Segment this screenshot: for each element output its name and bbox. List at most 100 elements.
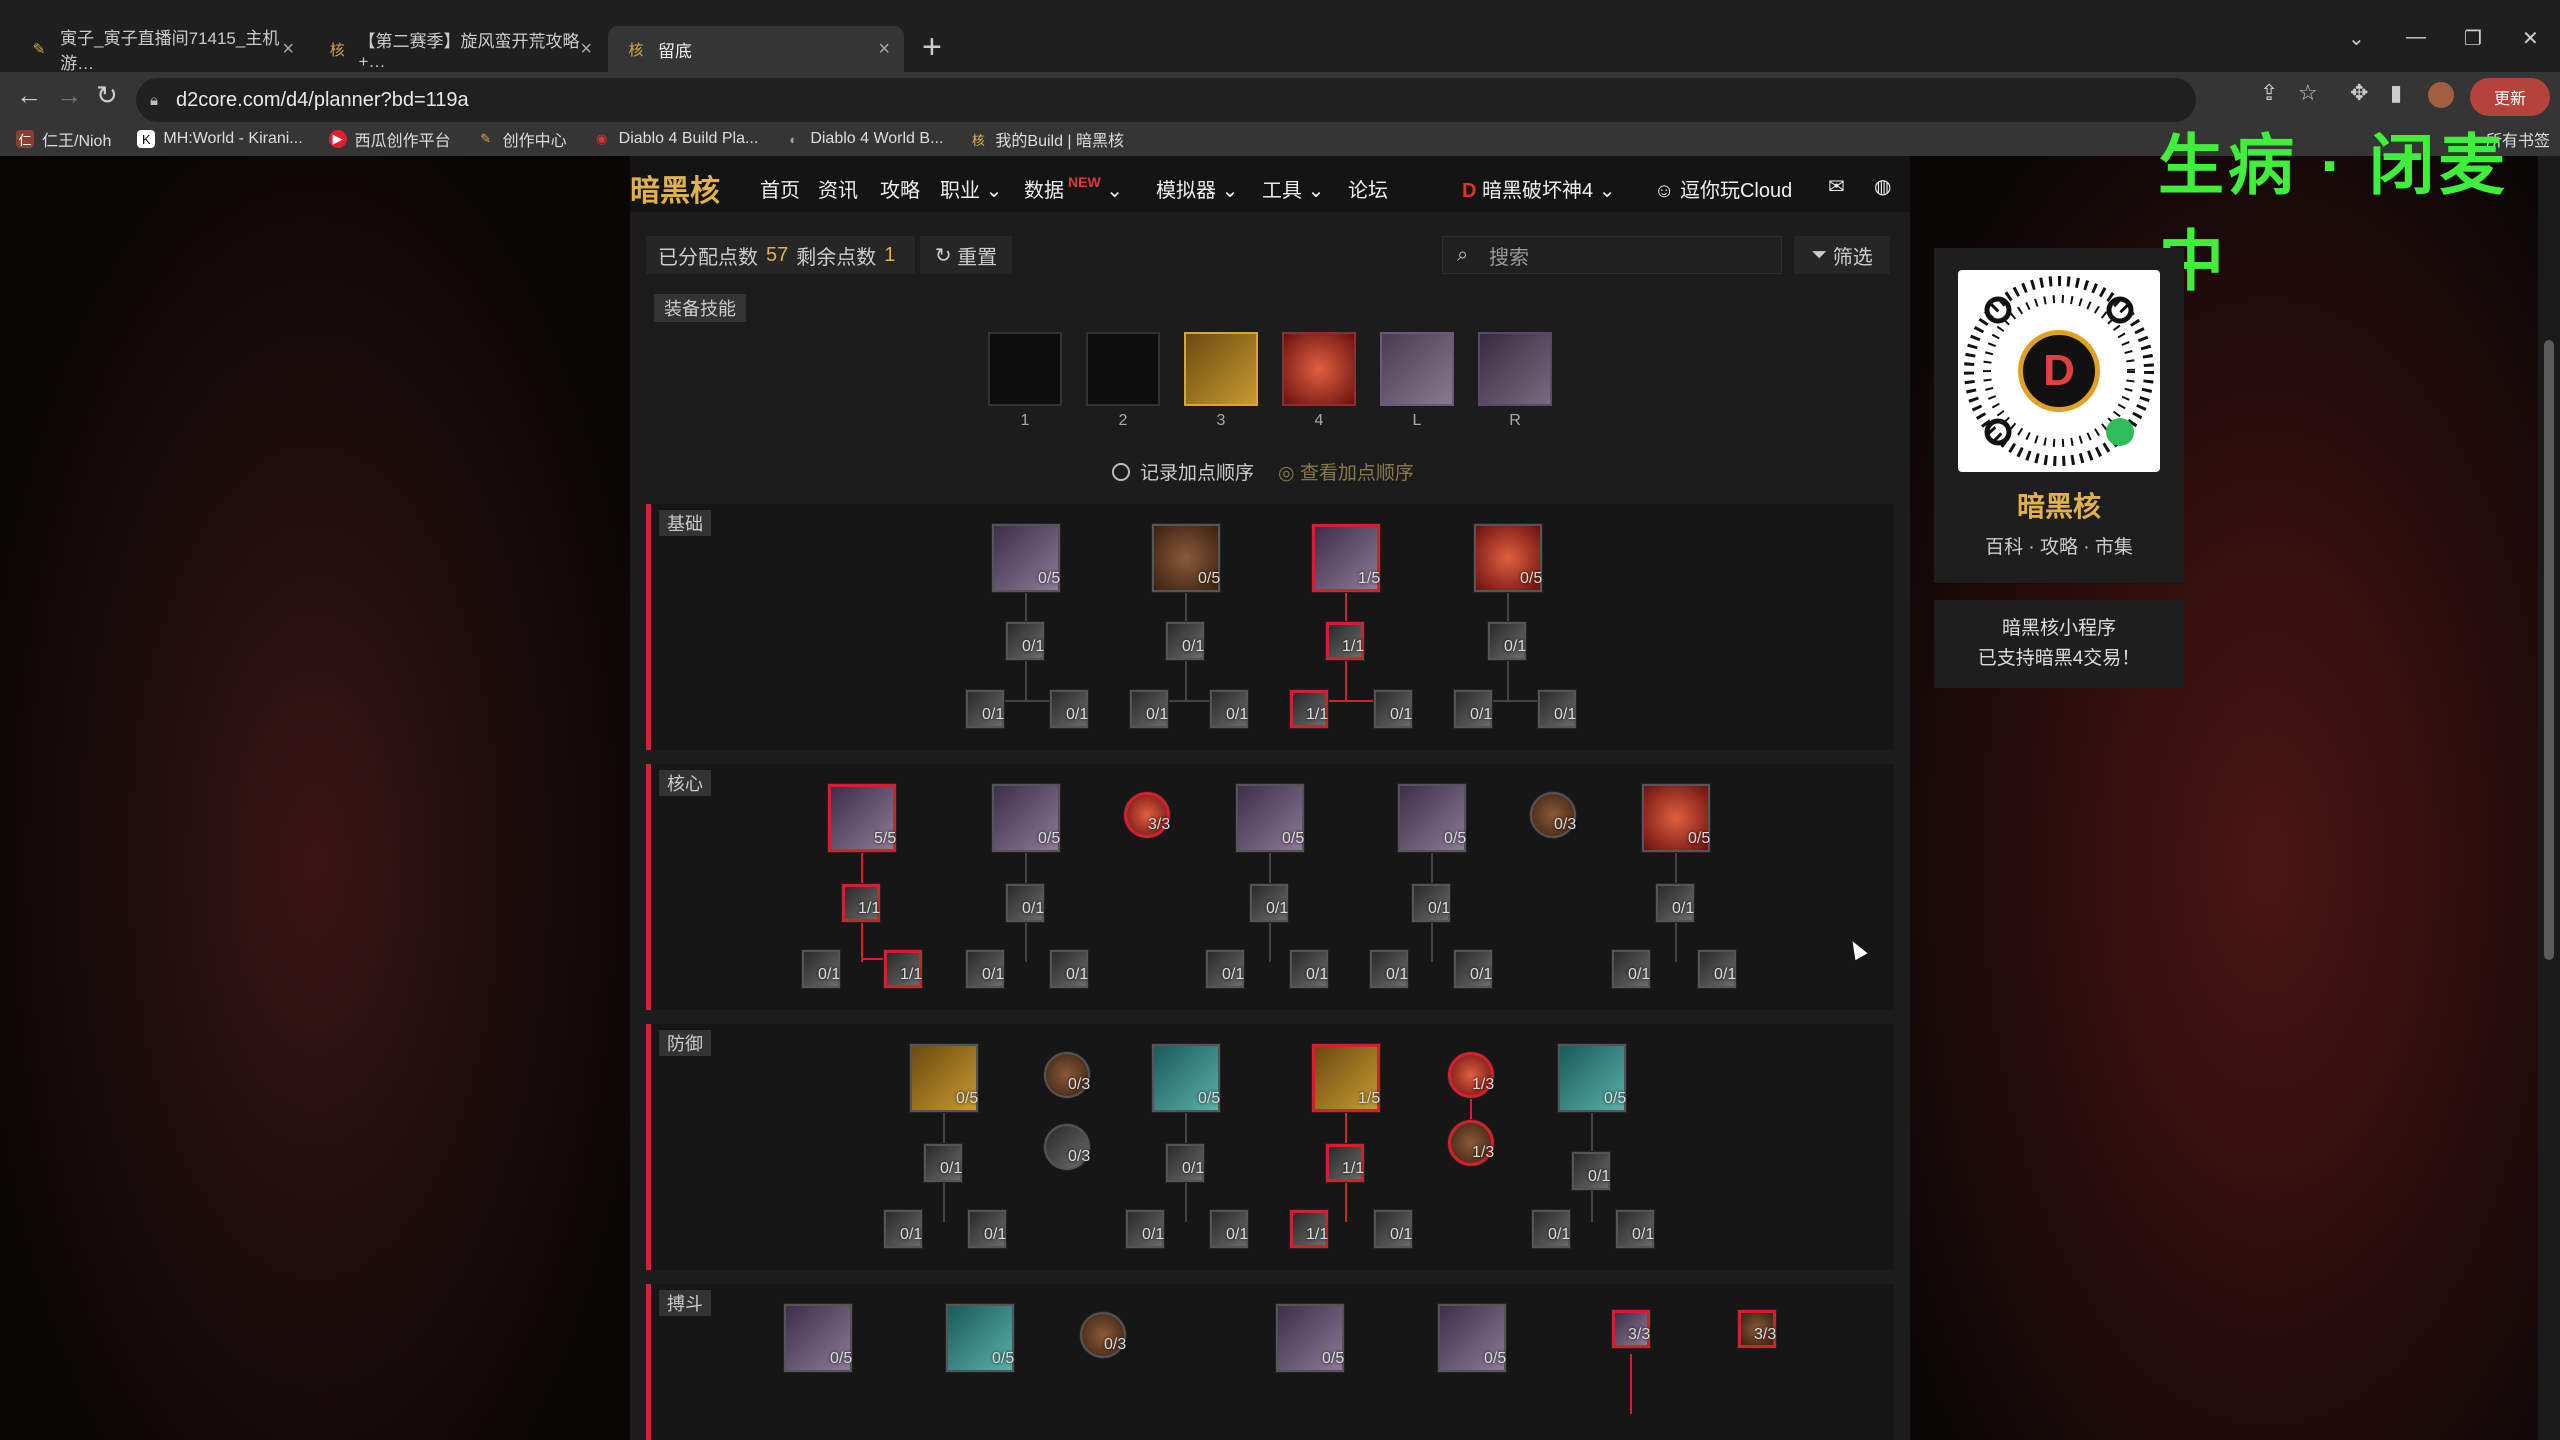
skill-rank: 0/1 bbox=[1022, 638, 1045, 655]
skill-rank: 0/1 bbox=[1554, 706, 1577, 723]
bookmark[interactable]: ▶ 西瓜创作平台 bbox=[328, 127, 451, 151]
view-order-link[interactable]: ◎ 查看加点顺序 bbox=[1278, 458, 1414, 485]
skill-rank: 0/1 bbox=[1714, 966, 1737, 983]
close-icon[interactable]: × bbox=[282, 38, 294, 61]
avatar[interactable] bbox=[2428, 82, 2454, 108]
skill-rank: 0/1 bbox=[1306, 966, 1329, 983]
skill-rank: 0/1 bbox=[818, 966, 841, 983]
browser-tab-active[interactable]: 核 留底 × bbox=[608, 26, 904, 72]
minimize-button[interactable]: — bbox=[2406, 26, 2426, 49]
bookmark-label: MH:World - Kirani... bbox=[163, 130, 303, 147]
sidepanel-icon[interactable]: ▮ bbox=[2390, 80, 2402, 106]
d2core-icon: 核 bbox=[329, 41, 345, 59]
nav-label: 模拟器 bbox=[1156, 180, 1216, 202]
skill-rank: 0/1 bbox=[900, 1226, 923, 1243]
mail-icon[interactable]: ✉ bbox=[1828, 174, 1845, 199]
bookmark[interactable]: 仁仁王/Nioh bbox=[16, 127, 111, 151]
skill-rank: 0/1 bbox=[1142, 1226, 1165, 1243]
bookmark[interactable]: ✎ 创作中心 bbox=[477, 127, 567, 151]
user-menu[interactable]: ☺ 逗你玩Cloud bbox=[1654, 174, 1792, 203]
nav-data[interactable]: 数据 NEW ⌄ bbox=[1024, 174, 1123, 203]
restore-button[interactable]: ❐ bbox=[2464, 26, 2482, 51]
browser-tab[interactable]: 核 【第二赛季】旋风蛮开荒攻略+… × bbox=[310, 26, 606, 72]
nioh-icon: 仁 bbox=[16, 130, 34, 148]
close-window-button[interactable]: ✕ bbox=[2522, 26, 2539, 51]
skill-rank: 0/5 bbox=[992, 1350, 1015, 1367]
game-selector[interactable]: D 暗黑破坏神4 ⌄ bbox=[1462, 174, 1615, 203]
site-logo[interactable]: 暗黑核 bbox=[630, 166, 720, 210]
nav-classes[interactable]: 职业 ⌄ bbox=[940, 174, 1002, 203]
slot-label: R bbox=[1509, 412, 1521, 429]
browser-tab[interactable]: ✎ 寅子_寅子直播间71415_主机游… × bbox=[12, 26, 308, 73]
skill-slot-2[interactable] bbox=[1086, 332, 1160, 406]
tab-title: 寅子_寅子直播间71415_主机游… bbox=[60, 29, 280, 73]
share-icon[interactable]: ⇪ bbox=[2260, 80, 2278, 106]
update-button[interactable]: 更新 bbox=[2470, 78, 2550, 116]
sidebar-brand: 暗黑核 bbox=[2016, 491, 2101, 522]
nav-simulator[interactable]: 模拟器 ⌄ bbox=[1156, 174, 1238, 203]
skill-slot-4[interactable] bbox=[1282, 332, 1356, 406]
nav-home[interactable]: 首页 bbox=[760, 174, 800, 203]
bookmark-label: Diablo 4 Build Pla... bbox=[618, 130, 759, 147]
skill-rank: 0/1 bbox=[1428, 900, 1451, 917]
chevron-down-icon: ⌄ bbox=[1598, 180, 1616, 202]
search-input[interactable]: ⌕ 搜索 bbox=[1442, 236, 1782, 274]
skill-rank: 0/3 bbox=[1068, 1076, 1091, 1093]
bookmark[interactable]: ◉ Diablo 4 Build Pla... bbox=[593, 130, 759, 148]
skill-rank: 0/1 bbox=[1628, 966, 1651, 983]
nav-forum[interactable]: 论坛 bbox=[1348, 174, 1388, 203]
bookmark[interactable]: K MH:World - Kirani... bbox=[137, 130, 303, 148]
skill-rank: 0/1 bbox=[982, 966, 1005, 983]
new-tab-button[interactable]: + bbox=[922, 28, 942, 67]
globe-icon[interactable]: ◍ bbox=[1874, 174, 1891, 199]
section-label: 防御 bbox=[659, 1030, 711, 1056]
skill-rank: 0/1 bbox=[1226, 706, 1249, 723]
url-field[interactable]: 🔒︎ d2core.com/d4/planner?bd=119a bbox=[136, 78, 2196, 122]
game-label: 暗黑破坏神4 bbox=[1482, 180, 1594, 202]
skill-rank: 0/1 bbox=[1470, 706, 1493, 723]
skill-slot-1[interactable] bbox=[988, 332, 1062, 406]
skill-rank: 0/5 bbox=[1322, 1350, 1345, 1367]
filter-button[interactable]: ⏷ 筛选 bbox=[1794, 236, 1890, 274]
reset-button[interactable]: ↻ 重置 bbox=[920, 236, 1012, 274]
bookmark[interactable]: 核我的Build | 暗黑核 bbox=[969, 127, 1124, 151]
slot-label: 1 bbox=[1020, 412, 1030, 429]
skill-slot-r[interactable] bbox=[1478, 332, 1552, 406]
skill-rank: 0/5 bbox=[1444, 830, 1467, 847]
nav-tools[interactable]: 工具 ⌄ bbox=[1262, 174, 1324, 203]
star-icon[interactable]: ☆ bbox=[2298, 80, 2318, 106]
nav-guides[interactable]: 攻略 bbox=[880, 174, 920, 203]
reload-icon[interactable]: ↻ bbox=[96, 80, 118, 111]
skill-rank: 0/1 bbox=[1504, 638, 1527, 655]
remaining-value: 1 bbox=[884, 243, 896, 266]
bookmark-label: 创作中心 bbox=[502, 133, 567, 150]
back-icon[interactable]: ← bbox=[16, 80, 42, 111]
stream-overlay: 生病 · 闭麦中 bbox=[2158, 128, 2509, 298]
record-order-toggle[interactable]: 记录加点顺序 bbox=[1112, 458, 1254, 485]
forward-icon[interactable]: → bbox=[56, 80, 82, 111]
kiranico-icon: K bbox=[137, 130, 156, 148]
nav-news[interactable]: 资讯 bbox=[818, 174, 858, 203]
globe-icon: ◐ bbox=[789, 131, 798, 147]
skill-rank: 0/3 bbox=[1068, 1148, 1091, 1165]
diablo-icon: ◉ bbox=[596, 131, 608, 146]
slot-label: 2 bbox=[1118, 412, 1128, 429]
close-icon[interactable]: × bbox=[580, 38, 592, 61]
skill-rank: 0/5 bbox=[1038, 830, 1061, 847]
tab-search-icon[interactable]: ⌄ bbox=[2348, 26, 2365, 51]
skill-rank: 0/1 bbox=[940, 1160, 963, 1177]
skill-rank: 1/3 bbox=[1472, 1076, 1495, 1093]
scrollbar-thumb[interactable] bbox=[2544, 340, 2554, 960]
skill-rank: 0/5 bbox=[830, 1350, 853, 1367]
skill-rank: 0/1 bbox=[1182, 638, 1205, 655]
skill-slot-3[interactable] bbox=[1184, 332, 1258, 406]
skill-slot-l[interactable] bbox=[1380, 332, 1454, 406]
slot-label: L bbox=[1412, 412, 1422, 429]
close-icon[interactable]: × bbox=[878, 38, 890, 61]
extensions-icon[interactable]: ✥ bbox=[2350, 80, 2368, 106]
skill-rank: 0/5 bbox=[1038, 570, 1061, 587]
radio-icon[interactable] bbox=[1112, 462, 1130, 481]
skill-rank: 0/5 bbox=[1688, 830, 1711, 847]
bookmark[interactable]: ◐ Diablo 4 World B... bbox=[784, 130, 943, 148]
miniprogram-promo[interactable]: 暗黑核小程序 已支持暗黑4交易！ bbox=[1934, 600, 2184, 688]
